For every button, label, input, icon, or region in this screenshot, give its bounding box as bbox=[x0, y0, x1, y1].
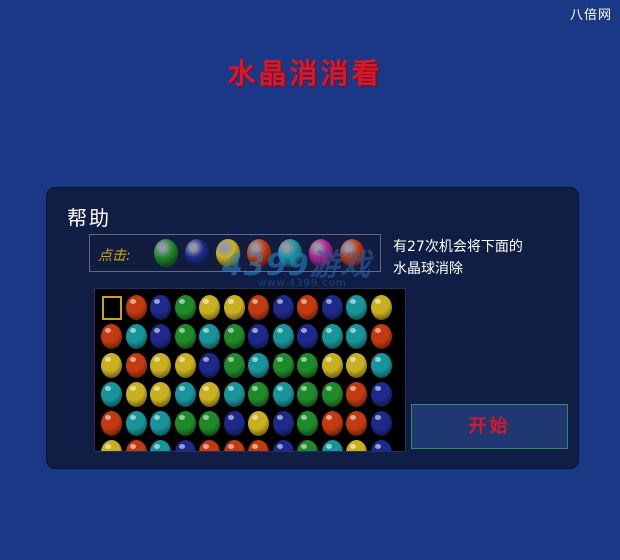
board-gem-red[interactable] bbox=[346, 382, 367, 407]
board-gem-yellow[interactable] bbox=[346, 353, 367, 378]
board-gem-blue[interactable] bbox=[370, 411, 392, 436]
board-gem-green[interactable] bbox=[174, 324, 196, 349]
board-gem-teal[interactable] bbox=[125, 411, 147, 436]
board-gem-blue[interactable] bbox=[370, 382, 392, 407]
board-gem-teal[interactable] bbox=[346, 295, 367, 320]
board-gem-green[interactable] bbox=[174, 411, 196, 436]
board-gem-red[interactable] bbox=[321, 411, 343, 436]
board-gem-teal[interactable] bbox=[248, 353, 269, 378]
board-gem-teal[interactable] bbox=[174, 382, 196, 407]
game-title: 水晶消消看 bbox=[227, 57, 383, 90]
board-gem-teal[interactable] bbox=[223, 382, 245, 407]
board-gem-blue[interactable] bbox=[272, 295, 294, 320]
click-gem-yellow[interactable] bbox=[216, 239, 240, 267]
board-gem-red[interactable] bbox=[248, 295, 269, 320]
click-label: 点击: bbox=[98, 248, 131, 264]
board-gem-yellow[interactable] bbox=[125, 382, 147, 407]
help-text-line1: 有27次机会将下面的 bbox=[393, 239, 523, 255]
board-gem-yellow[interactable] bbox=[199, 382, 220, 407]
board-gem-red[interactable] bbox=[125, 295, 147, 320]
board-gem-teal[interactable] bbox=[101, 382, 122, 407]
click-gem-red[interactable] bbox=[340, 239, 364, 267]
help-text: 有27次机会将下面的 水晶球消除 bbox=[393, 236, 568, 280]
board-gem-teal[interactable] bbox=[150, 411, 171, 436]
board-gem-teal[interactable] bbox=[272, 324, 294, 349]
click-gem-teal[interactable] bbox=[278, 239, 302, 267]
board-gem-blue[interactable] bbox=[370, 440, 392, 451]
board-gem-teal[interactable] bbox=[199, 324, 220, 349]
board-gem-red[interactable] bbox=[370, 324, 392, 349]
board-gem-red[interactable] bbox=[297, 295, 318, 320]
board-gem-red[interactable] bbox=[346, 411, 367, 436]
board-gem-green[interactable] bbox=[297, 382, 318, 407]
board-gem-blue[interactable] bbox=[272, 411, 294, 436]
board-gem-red[interactable] bbox=[125, 440, 147, 451]
board-gem-green[interactable] bbox=[297, 353, 318, 378]
board-gem-blue[interactable] bbox=[321, 295, 343, 320]
board-gem-yellow[interactable] bbox=[321, 353, 343, 378]
start-button[interactable]: 开始 bbox=[411, 404, 568, 449]
board-gem-green[interactable] bbox=[321, 382, 343, 407]
board-gem-yellow[interactable] bbox=[346, 440, 367, 451]
brand-label: 八倍网 bbox=[569, 8, 612, 23]
board-gem-blue[interactable] bbox=[174, 440, 196, 451]
board-gem-teal[interactable] bbox=[346, 324, 367, 349]
click-gem-magenta[interactable] bbox=[309, 239, 333, 267]
board-gem-green[interactable] bbox=[297, 411, 318, 436]
help-title: 帮助 bbox=[67, 206, 111, 230]
board-gem-green[interactable] bbox=[174, 295, 196, 320]
board-gem-blue[interactable] bbox=[297, 324, 318, 349]
help-text-line2: 水晶球消除 bbox=[393, 261, 463, 277]
board-gem-teal[interactable] bbox=[321, 440, 343, 451]
board-gem-yellow[interactable] bbox=[174, 353, 196, 378]
board-gem-blue[interactable] bbox=[223, 411, 245, 436]
help-panel: 帮助 点击: 有27次机会将下面的 水晶球消除 开始 bbox=[47, 188, 578, 468]
board-gem-yellow[interactable] bbox=[101, 353, 122, 378]
board-gem-teal[interactable] bbox=[272, 382, 294, 407]
board-gem-yellow[interactable] bbox=[150, 382, 171, 407]
board-gem-blue[interactable] bbox=[272, 440, 294, 451]
board-gem-yellow[interactable] bbox=[199, 295, 220, 320]
board-gem-blue[interactable] bbox=[150, 324, 171, 349]
board-gem-green[interactable] bbox=[223, 324, 245, 349]
board-gem-red[interactable] bbox=[101, 411, 122, 436]
click-gem-blue[interactable] bbox=[185, 239, 209, 267]
board-gem-yellow[interactable] bbox=[223, 295, 245, 320]
board-gem-teal[interactable] bbox=[125, 324, 147, 349]
board-gem-red[interactable] bbox=[223, 440, 245, 451]
board-gem-green[interactable] bbox=[248, 382, 269, 407]
click-gem-green[interactable] bbox=[154, 239, 178, 267]
board-gem-yellow[interactable] bbox=[150, 353, 171, 378]
board-gem-teal[interactable] bbox=[150, 440, 171, 451]
board-gem-red[interactable] bbox=[199, 440, 220, 451]
board-cursor bbox=[102, 296, 122, 320]
board-gem-green[interactable] bbox=[297, 440, 318, 451]
board-gem-green[interactable] bbox=[272, 353, 294, 378]
board-gem-green[interactable] bbox=[223, 353, 245, 378]
board-gem-yellow[interactable] bbox=[370, 295, 392, 320]
board-gem-green[interactable] bbox=[199, 411, 220, 436]
board-gem-red[interactable] bbox=[125, 353, 147, 378]
board-gem-teal[interactable] bbox=[321, 324, 343, 349]
board-gem-blue[interactable] bbox=[248, 324, 269, 349]
board-gem-red[interactable] bbox=[101, 324, 122, 349]
board-gem-yellow[interactable] bbox=[248, 411, 269, 436]
board-gem-yellow[interactable] bbox=[101, 440, 122, 451]
board-gem-blue[interactable] bbox=[199, 353, 220, 378]
board-gem-teal[interactable] bbox=[370, 353, 392, 378]
game-stage: 八倍网 水晶消消看 帮助 点击: 有27次机会将下面的 水晶球消除 开始 439… bbox=[0, 0, 620, 560]
click-gem-bar: 点击: bbox=[89, 234, 381, 272]
crystal-board bbox=[94, 288, 406, 452]
click-gem-red[interactable] bbox=[247, 239, 271, 267]
board-gem-blue[interactable] bbox=[150, 295, 171, 320]
board-gem-red[interactable] bbox=[248, 440, 269, 451]
